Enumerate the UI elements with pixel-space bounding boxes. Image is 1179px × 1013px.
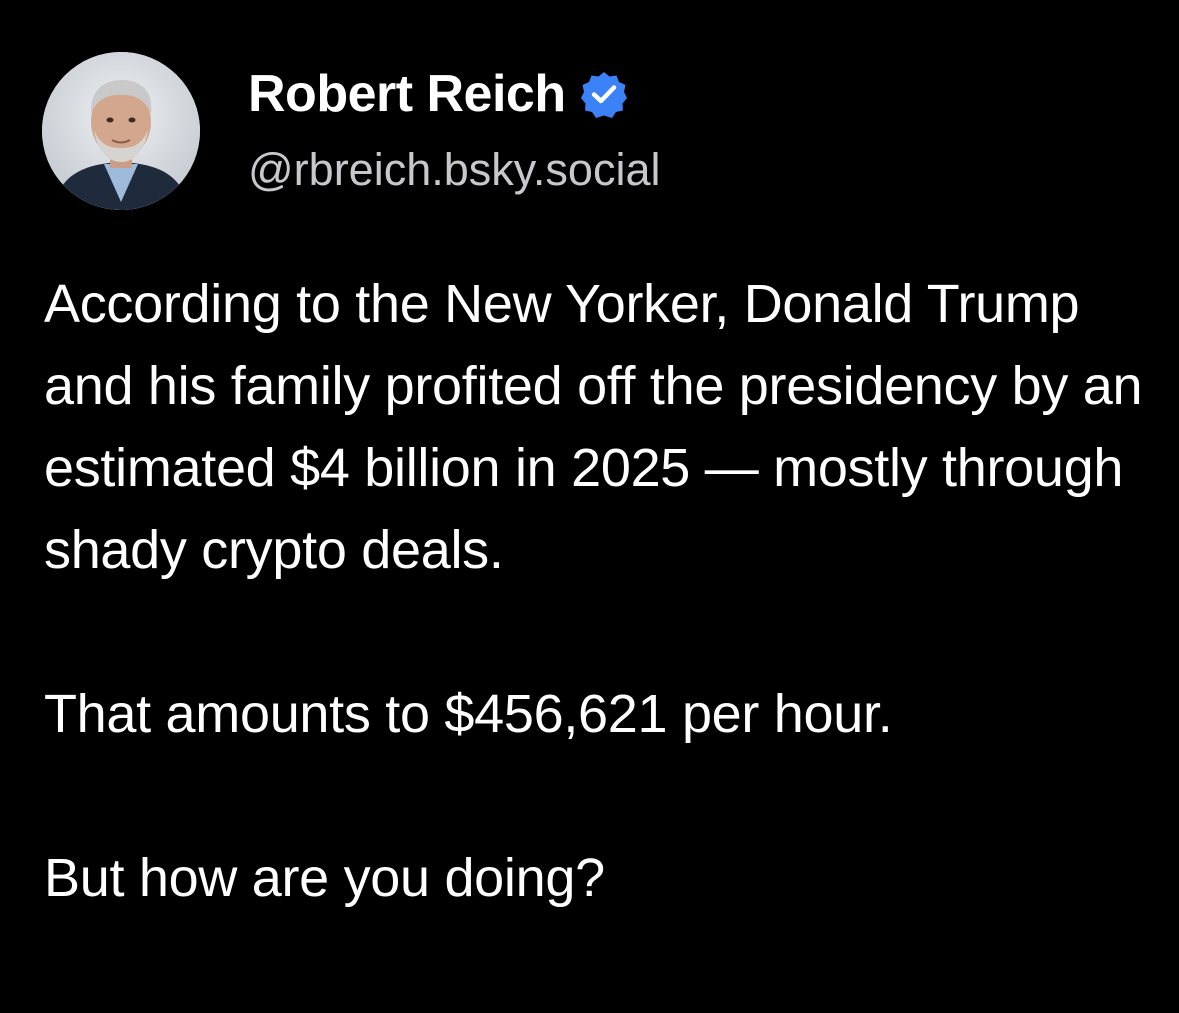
author-name[interactable]: Robert Reich bbox=[248, 62, 566, 126]
post-paragraph-2: That amounts to $456,621 per hour. bbox=[44, 684, 893, 744]
post-paragraph-3: But how are you doing? bbox=[44, 848, 605, 908]
post-body: According to the New Yorker, Donald Trum… bbox=[44, 263, 1154, 919]
avatar[interactable] bbox=[42, 52, 200, 210]
post: Robert Reich @rbreich.bsky.social Accord… bbox=[0, 0, 1179, 1013]
author-handle[interactable]: @rbreich.bsky.social bbox=[248, 140, 660, 200]
post-paragraph-1: According to the New Yorker, Donald Trum… bbox=[44, 274, 1143, 580]
avatar-photo bbox=[42, 52, 200, 210]
verified-badge-icon bbox=[580, 70, 628, 118]
author-name-row: Robert Reich bbox=[248, 62, 628, 126]
